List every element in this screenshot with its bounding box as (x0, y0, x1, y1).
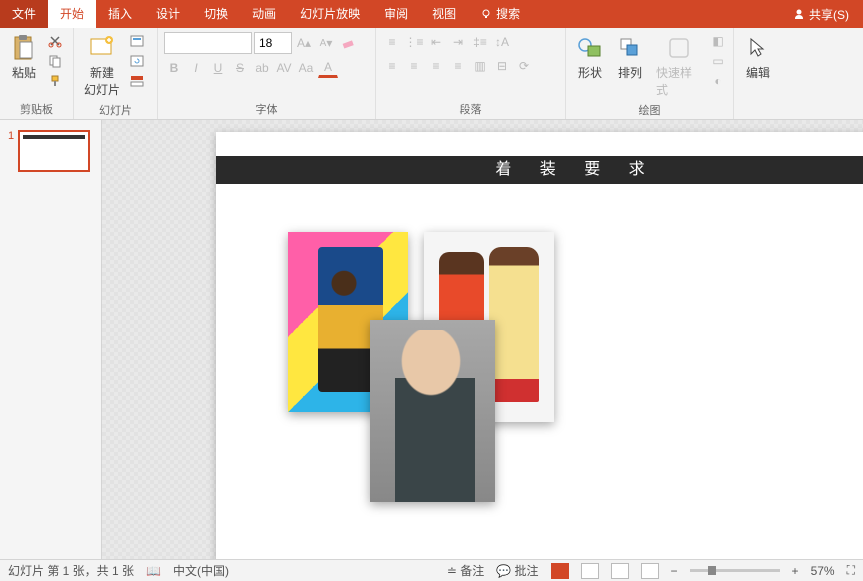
slideshow-view-button[interactable] (641, 563, 659, 579)
reading-view-button[interactable] (611, 563, 629, 579)
cut-button[interactable] (46, 32, 64, 50)
strike-button[interactable]: S (230, 58, 250, 78)
fit-window-button[interactable]: ⛶ (847, 563, 855, 578)
slide-counter: 幻灯片 第 1 张，共 1 张 (8, 562, 134, 579)
tab-transition[interactable]: 切换 (192, 0, 240, 28)
text-direction-button[interactable]: ↕A (492, 32, 512, 52)
section-button[interactable] (128, 72, 146, 90)
shape-fill-button[interactable]: ◧ (709, 32, 727, 50)
thumbnail-panel: 1 (0, 120, 102, 559)
slide-image-3[interactable] (370, 320, 495, 502)
editing-button[interactable]: 编辑 (740, 32, 776, 83)
slide-icon (89, 35, 115, 61)
clipboard-icon (12, 34, 36, 62)
indent-decrease-button[interactable]: ⇤ (426, 32, 446, 52)
zoom-out-button[interactable]: − (671, 564, 678, 578)
layout-button[interactable] (128, 32, 146, 50)
shape-outline-button[interactable]: ▭ (709, 52, 727, 70)
slide-title[interactable]: 着 装 要 求 (216, 156, 863, 184)
group-font-label: 字体 (164, 99, 369, 117)
line-spacing-button[interactable]: ‡≡ (470, 32, 490, 52)
tab-file[interactable]: 文件 (0, 0, 48, 28)
comments-button[interactable]: 💬 批注 (496, 562, 538, 579)
columns-button[interactable]: ▥ (470, 56, 490, 76)
person-icon (793, 8, 805, 20)
shapes-button[interactable]: 形状 (572, 32, 608, 83)
slide-thumbnail-1[interactable] (18, 130, 90, 172)
zoom-slider[interactable] (690, 569, 780, 572)
section-icon (130, 75, 144, 87)
tab-home[interactable]: 开始 (48, 0, 96, 28)
quick-styles-button[interactable]: 快速样式 (652, 32, 705, 100)
bullets-button[interactable]: ≡ (382, 32, 402, 52)
group-drawing-label: 绘图 (572, 100, 727, 118)
share-button[interactable]: 共享(S) (779, 6, 863, 23)
tab-animation[interactable]: 动画 (240, 0, 288, 28)
tab-insert[interactable]: 插入 (96, 0, 144, 28)
eraser-icon (341, 36, 355, 50)
zoom-level[interactable]: 57% (811, 564, 835, 578)
lightbulb-icon (480, 8, 492, 20)
search-box[interactable]: 搜索 (468, 0, 532, 28)
decrease-font-button[interactable]: A▾ (316, 33, 336, 53)
italic-button[interactable]: I (186, 58, 206, 78)
align-text-button[interactable]: ⊟ (492, 56, 512, 76)
spacing-button[interactable]: AV (274, 58, 294, 78)
group-slides-label: 幻灯片 (80, 100, 151, 118)
group-paragraph-label: 段落 (382, 99, 559, 117)
font-name-input[interactable] (164, 32, 252, 54)
reset-icon (130, 55, 144, 67)
group-clipboard-label: 剪贴板 (6, 99, 67, 117)
brush-icon (48, 74, 62, 88)
spellcheck-icon[interactable]: 📖 (146, 564, 161, 578)
cursor-icon (747, 36, 769, 60)
tab-slideshow[interactable]: 幻灯片放映 (288, 0, 372, 28)
language-label[interactable]: 中文(中国) (173, 562, 229, 579)
align-right-button[interactable]: ≡ (426, 56, 446, 76)
shapes-icon (577, 36, 603, 60)
underline-button[interactable]: U (208, 58, 228, 78)
align-left-button[interactable]: ≡ (382, 56, 402, 76)
paste-button[interactable]: 粘贴 (6, 32, 42, 83)
numbering-button[interactable]: ⋮≡ (404, 32, 424, 52)
format-painter-button[interactable] (46, 72, 64, 90)
status-bar: 幻灯片 第 1 张，共 1 张 📖 中文(中国) ≐ 备注 💬 批注 − + 5… (0, 559, 863, 581)
copy-icon (48, 54, 62, 68)
indent-increase-button[interactable]: ⇥ (448, 32, 468, 52)
scissors-icon (48, 34, 62, 48)
smartart-button[interactable]: ⟳ (514, 56, 534, 76)
shape-effects-button[interactable]: ◐ (709, 72, 727, 90)
reset-button[interactable] (128, 52, 146, 70)
tab-review[interactable]: 审阅 (372, 0, 420, 28)
zoom-in-button[interactable]: + (792, 564, 799, 578)
ribbon: 粘贴 剪贴板 新建 幻灯片 幻灯片 (0, 28, 863, 120)
sorter-view-button[interactable] (581, 563, 599, 579)
clear-format-button[interactable] (338, 33, 358, 53)
slide[interactable]: 着 装 要 求 (216, 132, 863, 559)
layout-icon (130, 35, 144, 47)
arrange-button[interactable]: 排列 (612, 32, 648, 83)
increase-font-button[interactable]: A▴ (294, 33, 314, 53)
font-color-button[interactable]: A (318, 58, 338, 78)
new-slide-button[interactable]: 新建 幻灯片 (80, 32, 124, 100)
notes-button[interactable]: ≐ 备注 (447, 562, 484, 579)
styles-icon (667, 36, 691, 60)
bold-button[interactable]: B (164, 58, 184, 78)
tab-design[interactable]: 设计 (144, 0, 192, 28)
case-button[interactable]: Aa (296, 58, 316, 78)
arrange-icon (618, 36, 642, 60)
font-size-input[interactable]: 18 (254, 32, 292, 54)
tab-view[interactable]: 视图 (420, 0, 468, 28)
copy-button[interactable] (46, 52, 64, 70)
thumbnail-number: 1 (8, 130, 14, 172)
align-center-button[interactable]: ≡ (404, 56, 424, 76)
slide-canvas[interactable]: 着 装 要 求 (102, 120, 863, 559)
normal-view-button[interactable] (551, 563, 569, 579)
shadow-button[interactable]: ab (252, 58, 272, 78)
justify-button[interactable]: ≡ (448, 56, 468, 76)
